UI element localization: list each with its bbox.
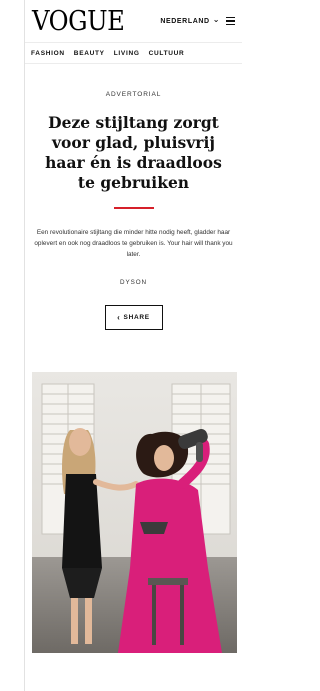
vogue-logo[interactable]: VOGUE xyxy=(32,8,125,35)
share-icon: ‹ xyxy=(117,312,121,322)
share-label: SHARE xyxy=(123,314,150,321)
hero-image xyxy=(32,372,237,653)
nav-item-living[interactable]: LIVING xyxy=(114,50,140,57)
article-header: ADVERTORIAL Deze stijltang zorgt voor gl… xyxy=(25,64,242,330)
region-label: NEDERLAND xyxy=(160,17,210,25)
share-button[interactable]: ‹ SHARE xyxy=(104,305,163,330)
article-lede: Een revolutionaire stijltang die minder … xyxy=(34,229,233,258)
nav-item-beauty[interactable]: BEAUTY xyxy=(74,50,105,57)
hero-photo-illustration xyxy=(32,372,237,653)
masthead-controls: NEDERLAND ⌄ xyxy=(160,15,235,25)
nav-item-fashion[interactable]: FASHION xyxy=(31,50,65,57)
article-label: ADVERTORIAL xyxy=(105,91,162,98)
article-title: Deze stijltang zorgt voor glad, pluisvri… xyxy=(45,113,222,192)
category-nav: FASHION BEAUTY LIVING CULTUUR xyxy=(25,42,242,64)
masthead: VOGUE NEDERLAND ⌄ xyxy=(25,0,242,42)
page: VOGUE NEDERLAND ⌄ FASHION BEAUTY LIVING … xyxy=(0,0,242,691)
nav-item-cultuur[interactable]: CULTUUR xyxy=(149,50,185,57)
chevron-down-icon: ⌄ xyxy=(212,15,220,24)
title-divider xyxy=(113,207,154,209)
hamburger-icon[interactable] xyxy=(226,17,235,25)
region-selector[interactable]: NEDERLAND ⌄ xyxy=(160,15,220,25)
article-byline: DYSON xyxy=(120,279,147,286)
